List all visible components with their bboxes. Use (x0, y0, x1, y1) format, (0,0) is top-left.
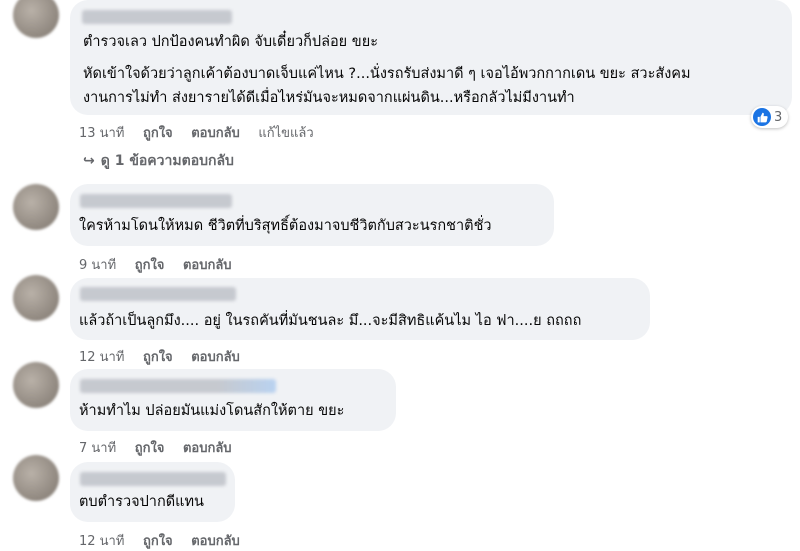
reaction-summary[interactable]: 3 (751, 106, 789, 128)
timestamp[interactable]: 7 นาที (79, 441, 116, 456)
comment-text: ใครห้ามโดนให้หมด ชีวิตที่บริสุทธิ์ต้องมา… (79, 218, 492, 234)
comment-bubble: ตำรวจเลว ปกป้องคนทำผิด จับเดี๋ยวก็ปล่อย … (70, 0, 792, 115)
comment-bubble: ตบตำรวจปากดีแทน (70, 462, 235, 522)
author-name[interactable] (80, 379, 276, 393)
comment-actions: 9 นาที ถูกใจ ตอบกลับ (79, 254, 246, 275)
comment-text: ตำรวจเลว ปกป้องคนทำผิด จับเดี๋ยวก็ปล่อย … (83, 34, 378, 50)
view-replies-link[interactable]: ↪ ดู 1 ข้อความตอบกลับ (83, 150, 234, 172)
timestamp[interactable]: 12 นาที (79, 534, 124, 549)
reply-arrow-icon: ↪ (83, 153, 95, 169)
avatar[interactable] (13, 455, 59, 501)
avatar[interactable] (13, 0, 59, 38)
comment-bubble: ใครห้ามโดนให้หมด ชีวิตที่บริสุทธิ์ต้องมา… (70, 184, 554, 246)
comment-actions: 7 นาที ถูกใจ ตอบกลับ (79, 437, 246, 458)
comment-text: ตบตำรวจปากดีแทน (79, 494, 204, 510)
like-button[interactable]: ถูกใจ (143, 126, 173, 141)
author-name[interactable] (80, 287, 236, 301)
comment-actions: 12 นาที ถูกใจ ตอบกลับ (79, 530, 254, 551)
author-name[interactable] (82, 10, 232, 24)
like-button[interactable]: ถูกใจ (143, 350, 173, 365)
reply-button[interactable]: ตอบกลับ (191, 534, 240, 549)
avatar[interactable] (13, 362, 59, 408)
comment-text: งานการไม่ทำ ส่งยารายได้ดีเมื่อไหร่มันจะห… (83, 90, 575, 106)
comment-text: ห้ามทำไม ปล่อยมันแม่งโดนสักให้ตาย ขยะ (79, 403, 345, 419)
author-name[interactable] (80, 472, 226, 486)
like-button[interactable]: ถูกใจ (143, 534, 173, 549)
author-name[interactable] (80, 194, 232, 208)
reply-button[interactable]: ตอบกลับ (183, 441, 232, 456)
comment-text: หัดเข้าใจด้วยว่าลูกเค้าต้องบาดเจ็บแค่ไหน… (83, 66, 691, 82)
timestamp[interactable]: 12 นาที (79, 350, 124, 365)
avatar[interactable] (13, 275, 59, 321)
timestamp[interactable]: 13 นาที (79, 126, 124, 141)
comment-actions: 12 นาที ถูกใจ ตอบกลับ (79, 346, 254, 367)
reply-button[interactable]: ตอบกลับ (191, 126, 240, 141)
thumbs-up-icon (753, 108, 771, 126)
like-button[interactable]: ถูกใจ (135, 258, 165, 273)
avatar[interactable] (13, 184, 59, 230)
timestamp[interactable]: 9 นาที (79, 258, 116, 273)
comment-bubble: ห้ามทำไม ปล่อยมันแม่งโดนสักให้ตาย ขยะ (70, 369, 396, 431)
reply-button[interactable]: ตอบกลับ (191, 350, 240, 365)
comment-bubble: แล้วถ้าเป็นลูกมึง.... อยู่ ในรถคันที่มัน… (70, 278, 650, 340)
like-button[interactable]: ถูกใจ (135, 441, 165, 456)
comment-text: แล้วถ้าเป็นลูกมึง.... อยู่ ในรถคันที่มัน… (79, 313, 582, 329)
reply-button[interactable]: ตอบกลับ (183, 258, 232, 273)
reaction-count: 3 (774, 109, 783, 125)
view-replies-label: ดู 1 ข้อความตอบกลับ (100, 153, 234, 169)
edited-label: แก้ไขแล้ว (258, 126, 314, 141)
comment-actions: 13 นาที ถูกใจ ตอบกลับ แก้ไขแล้ว (79, 122, 328, 143)
